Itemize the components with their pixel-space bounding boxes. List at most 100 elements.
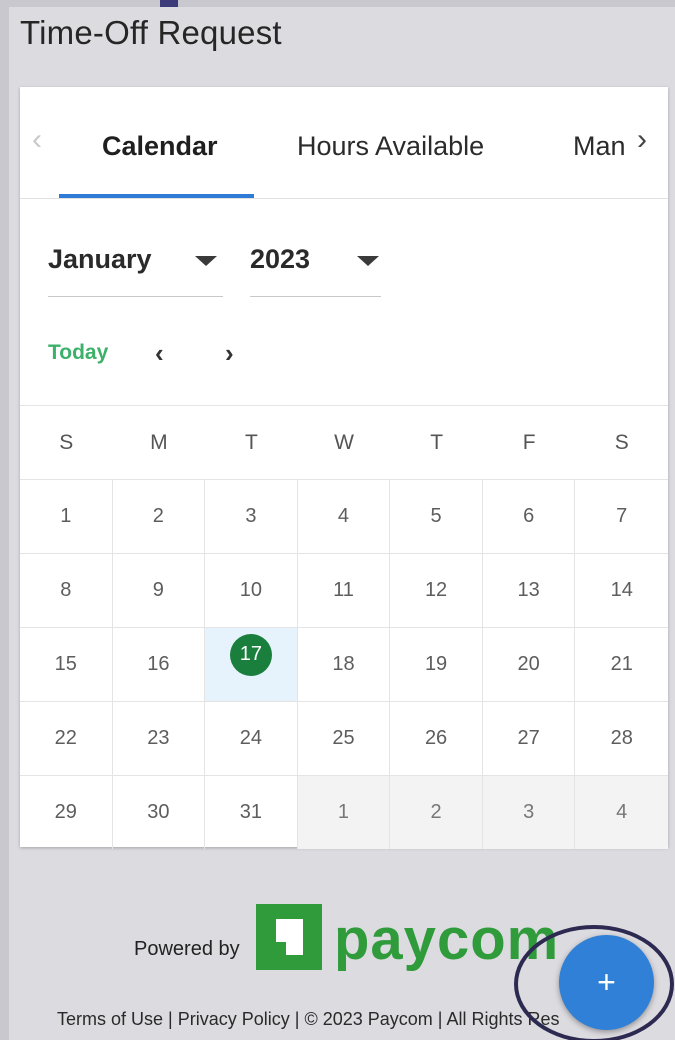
privacy-policy-link[interactable]: Privacy Policy bbox=[178, 1009, 290, 1029]
powered-by-label: Powered by bbox=[134, 938, 240, 960]
month-select-value: January bbox=[48, 244, 152, 274]
previous-month-icon[interactable]: ‹ bbox=[155, 338, 164, 369]
footer-separator: | bbox=[163, 1009, 178, 1029]
year-select[interactable]: 2023 bbox=[250, 220, 381, 297]
calendar-day-cell[interactable]: 23 bbox=[112, 701, 206, 775]
calendar-day-number: 24 bbox=[239, 727, 263, 749]
calendar-day-cell[interactable]: 12 bbox=[390, 553, 483, 627]
tab-hours-available[interactable]: Hours Available bbox=[297, 131, 484, 162]
calendar-day-number: 27 bbox=[517, 727, 540, 749]
calendar-day-number: 10 bbox=[239, 579, 263, 601]
calendar-day-cell[interactable]: 10 bbox=[205, 553, 298, 627]
window-left-edge bbox=[0, 0, 9, 1040]
tab-calendar[interactable]: Calendar bbox=[102, 131, 218, 162]
calendar-day-cell[interactable]: 9 bbox=[112, 553, 206, 627]
calendar-day-cell[interactable]: 3 bbox=[482, 775, 576, 849]
calendar-day-cell[interactable]: 13 bbox=[482, 553, 576, 627]
chevron-left-icon[interactable]: ‹ bbox=[32, 123, 42, 157]
calendar-day-number: 6 bbox=[523, 505, 535, 527]
calendar-card: ‹ Calendar Hours Available Man › January… bbox=[20, 87, 668, 849]
calendar-day-number: 4 bbox=[616, 801, 628, 823]
calendar-day-number: 21 bbox=[610, 653, 633, 675]
calendar-day-number: 30 bbox=[147, 801, 170, 823]
calendar-day-cell[interactable]: 27 bbox=[482, 701, 576, 775]
calendar-day-number: 22 bbox=[54, 727, 77, 749]
weekday-label: T bbox=[430, 431, 444, 454]
caret-down-icon bbox=[195, 256, 217, 266]
calendar-day-cell[interactable]: 7 bbox=[575, 479, 668, 553]
calendar-day-number: 15 bbox=[54, 653, 77, 675]
calendar-day-number: 29 bbox=[54, 801, 77, 823]
plus-icon: + bbox=[597, 964, 616, 1000]
footer-links: Terms of Use | Privacy Policy | © 2023 P… bbox=[57, 1009, 560, 1030]
calendar-day-cell[interactable]: 18 bbox=[297, 627, 391, 701]
calendar-day-cell[interactable]: 21 bbox=[575, 627, 668, 701]
calendar-day-number: 26 bbox=[424, 727, 448, 749]
calendar-day-number: 14 bbox=[610, 579, 633, 601]
calendar-day-cell[interactable]: 28 bbox=[575, 701, 668, 775]
chevron-right-icon[interactable]: › bbox=[637, 123, 647, 157]
top-strip bbox=[0, 0, 675, 7]
top-strip-mark bbox=[160, 0, 178, 7]
next-month-icon[interactable]: › bbox=[225, 338, 234, 369]
footer-separator: | bbox=[432, 1009, 447, 1029]
calendar-grid: 1 2 3 4 5 6 7 8 9 10 11 12 13 14 15 16 17 18 19 20 21 22 23 24 2… bbox=[20, 479, 668, 849]
copyright-text: © 2023 Paycom bbox=[304, 1009, 433, 1029]
calendar-day-cell[interactable]: 5 bbox=[390, 479, 483, 553]
calendar-day-cell[interactable]: 31 bbox=[205, 775, 298, 849]
tab-man[interactable]: Man bbox=[573, 131, 626, 162]
weekday-label: M bbox=[150, 431, 168, 454]
calendar-day-cell[interactable]: 14 bbox=[575, 553, 668, 627]
calendar-day-number: 2 bbox=[152, 505, 164, 527]
calendar-day-number: 9 bbox=[152, 579, 164, 601]
calendar-day-number: 3 bbox=[523, 801, 535, 823]
calendar-day-number: 8 bbox=[60, 579, 72, 601]
calendar-day-number: 7 bbox=[616, 505, 628, 527]
calendar-day-cell[interactable]: 1 bbox=[297, 775, 391, 849]
calendar-day-cell[interactable]: 29 bbox=[20, 775, 113, 849]
calendar-day-cell[interactable]: 24 bbox=[205, 701, 298, 775]
calendar-day-number: 18 bbox=[332, 653, 355, 675]
weekday-label: S bbox=[59, 431, 74, 454]
month-select[interactable]: January bbox=[48, 220, 223, 297]
calendar-day-cell[interactable]: 3 bbox=[205, 479, 298, 553]
calendar-day-cell[interactable]: 4 bbox=[297, 479, 391, 553]
calendar-day-cell[interactable]: 2 bbox=[390, 775, 483, 849]
calendar-day-cell[interactable]: 6 bbox=[482, 479, 576, 553]
calendar-day-cell[interactable]: 17 bbox=[205, 627, 298, 701]
today-button[interactable]: Today bbox=[48, 341, 108, 365]
calendar-day-number: 28 bbox=[610, 727, 633, 749]
add-request-button[interactable]: + bbox=[559, 935, 654, 1030]
calendar-day-number: 16 bbox=[147, 653, 170, 675]
calendar-day-number: 2 bbox=[430, 801, 442, 823]
footer-separator: | bbox=[289, 1009, 305, 1029]
paycom-logo-icon bbox=[256, 904, 322, 970]
calendar-day-cell[interactable]: 8 bbox=[20, 553, 113, 627]
calendar-day-cell[interactable]: 26 bbox=[390, 701, 483, 775]
calendar-day-cell[interactable]: 25 bbox=[297, 701, 391, 775]
calendar-day-cell[interactable]: 30 bbox=[112, 775, 206, 849]
calendar-day-cell[interactable]: 19 bbox=[390, 627, 483, 701]
calendar-day-number: 13 bbox=[517, 579, 540, 601]
calendar-day-cell[interactable]: 20 bbox=[482, 627, 576, 701]
active-tab-indicator bbox=[59, 194, 254, 198]
weekday-label: F bbox=[522, 431, 536, 454]
calendar-day-cell[interactable]: 15 bbox=[20, 627, 113, 701]
weekday-label: W bbox=[334, 431, 354, 454]
calendar-day-cell[interactable]: 11 bbox=[297, 553, 391, 627]
calendar-day-cell[interactable]: 2 bbox=[112, 479, 206, 553]
weekday-label: S bbox=[614, 431, 629, 454]
calendar-day-number: 31 bbox=[239, 801, 263, 823]
tab-bar: ‹ Calendar Hours Available Man › bbox=[20, 87, 668, 199]
calendar-day-number: 11 bbox=[333, 579, 354, 601]
calendar-day-number: 23 bbox=[147, 727, 170, 749]
caret-down-icon bbox=[357, 256, 379, 266]
calendar-day-cell[interactable]: 1 bbox=[20, 479, 113, 553]
calendar-day-cell[interactable]: 22 bbox=[20, 701, 113, 775]
page-title: Time-Off Request bbox=[20, 14, 282, 51]
terms-of-use-link[interactable]: Terms of Use bbox=[57, 1009, 163, 1029]
calendar-day-number: 25 bbox=[332, 727, 355, 749]
calendar-day-cell[interactable]: 4 bbox=[575, 775, 668, 849]
weekday-header: S M T W T F S bbox=[20, 406, 668, 479]
calendar-day-cell[interactable]: 16 bbox=[112, 627, 206, 701]
